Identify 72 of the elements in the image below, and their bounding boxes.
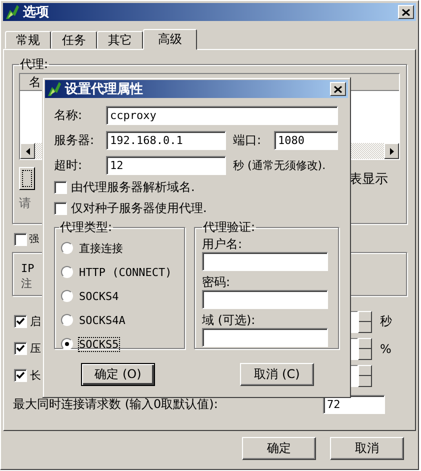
group-label: 代理: xyxy=(19,56,50,73)
close-icon xyxy=(334,86,342,92)
hint-text: 请 xyxy=(19,195,32,212)
radio-button[interactable] xyxy=(61,314,73,326)
group-label: 代理类型: xyxy=(59,219,114,236)
field-label: 密码: xyxy=(202,275,232,290)
field-label: 用户名: xyxy=(202,237,244,252)
group-label: 代理验证: xyxy=(202,219,256,236)
checkbox[interactable] xyxy=(54,180,67,194)
checkbox-label: 仅对种子服务器使用代理. xyxy=(71,200,207,216)
field-label: 最大同时连接请求数 (输入0取默认值): xyxy=(13,396,218,413)
close-icon xyxy=(402,8,410,16)
window-title: 选项 xyxy=(23,4,50,21)
window-title: 设置代理属性 xyxy=(65,81,144,98)
input-field[interactable] xyxy=(202,328,328,347)
note-text: 秒 (通常无须修改). xyxy=(232,158,327,173)
close-button[interactable] xyxy=(330,82,346,96)
radio-label: SOCKS5 xyxy=(79,338,119,350)
radio-button[interactable] xyxy=(61,338,73,350)
checkbox-label: 强 xyxy=(29,233,39,246)
radio-label: HTTP (CONNECT) xyxy=(79,266,172,278)
column-header: 名 xyxy=(29,75,41,89)
tab[interactable]: 常规 xyxy=(5,31,51,49)
tab[interactable]: 其它 xyxy=(97,31,143,49)
dialog-button[interactable]: 确定 (O) xyxy=(81,363,155,386)
spin-button[interactable] xyxy=(358,310,372,332)
checkbox[interactable] xyxy=(14,369,27,382)
field-label: 超时: xyxy=(54,157,84,174)
list-button[interactable] xyxy=(19,167,35,190)
radio-button[interactable] xyxy=(61,290,73,302)
dialog-button[interactable]: 确定 xyxy=(242,437,316,460)
server-field[interactable]: 192.168.0.1 xyxy=(106,131,226,150)
unit-label: % xyxy=(380,342,392,356)
input-field[interactable] xyxy=(202,290,328,309)
dialog-button[interactable]: 取消 xyxy=(330,437,404,460)
radio-button[interactable] xyxy=(61,266,73,278)
unit-label: 秒 xyxy=(380,313,392,330)
dialog-button[interactable]: 取消 (C) xyxy=(240,363,314,386)
radio-label: 直接连接 xyxy=(79,240,123,256)
field-label: 名称: xyxy=(54,107,84,124)
info-text: IP xyxy=(21,261,36,276)
field-label: 域 (可选): xyxy=(202,313,256,328)
scroll-left-button[interactable] xyxy=(20,143,35,159)
name-field[interactable]: ccproxy xyxy=(106,106,338,125)
timeout-field[interactable]: 12 xyxy=(106,156,226,175)
checkbox-label: 压 xyxy=(30,341,42,356)
field-label: 端口: xyxy=(232,132,262,149)
close-button[interactable] xyxy=(398,5,414,19)
checkbox[interactable] xyxy=(14,315,27,328)
checkbox-label: 启 xyxy=(30,314,42,329)
leaf-icon xyxy=(46,81,62,97)
checkbox[interactable] xyxy=(14,342,27,355)
radio-label: SOCKS4A xyxy=(79,314,126,326)
scroll-right-button[interactable] xyxy=(384,143,399,159)
tab[interactable]: 高级 xyxy=(143,29,197,50)
checkbox-label: 长 xyxy=(30,368,42,383)
leaf-icon xyxy=(4,4,20,20)
checkbox[interactable] xyxy=(54,202,67,214)
checkbox-label: 由代理服务器解析域名. xyxy=(71,178,195,196)
field-label: 服务器: xyxy=(54,132,96,149)
tab[interactable]: 任务 xyxy=(51,31,97,49)
left-arrow-icon xyxy=(26,148,30,154)
info-text: 注 xyxy=(21,276,33,291)
input-field[interactable] xyxy=(202,252,328,271)
number-field[interactable]: 72 xyxy=(323,395,385,414)
spin-button[interactable] xyxy=(358,338,372,360)
checkbox[interactable] xyxy=(14,232,27,246)
radio-button[interactable] xyxy=(61,242,73,254)
spin-button[interactable] xyxy=(358,364,372,386)
port-field[interactable]: 1080 xyxy=(274,131,338,150)
right-arrow-icon xyxy=(390,148,394,154)
radio-label: SOCKS4 xyxy=(79,290,119,302)
